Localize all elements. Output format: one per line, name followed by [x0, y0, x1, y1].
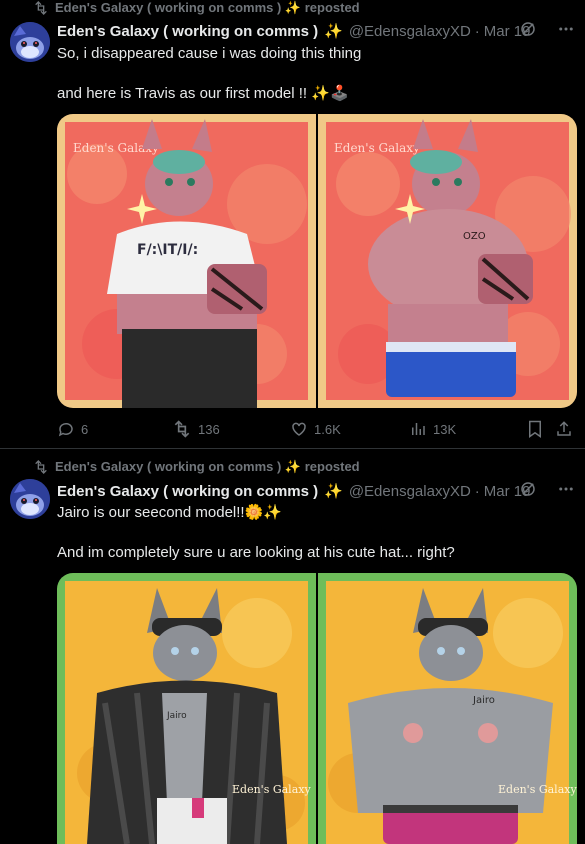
bookmark-icon	[529, 420, 541, 438]
post-text: So, i disappeared cause i was doing this…	[57, 45, 362, 102]
tattoo-text: Jairo	[472, 695, 495, 706]
post-media[interactable]: Jairo Eden's Galaxy Jairo Eden's Galaxy	[57, 573, 577, 844]
views-button[interactable]: 13K	[409, 420, 456, 438]
repost-count: 136	[198, 421, 220, 437]
shirt-tag-text: Jairo	[166, 711, 187, 721]
watermark-text: Eden's Galaxy	[232, 783, 311, 796]
reply-button[interactable]: 6	[57, 420, 88, 438]
grok-icon[interactable]	[519, 480, 537, 498]
watermark-text: Eden's Galaxy	[334, 141, 420, 155]
author-name[interactable]: Eden's Galaxy ( working on comms )	[57, 483, 318, 500]
sparkles-emoji: ✨	[324, 483, 343, 500]
reply-count: 6	[81, 421, 89, 437]
views-icon	[412, 423, 425, 435]
media-image-right[interactable]: Eden's Galaxy OZO	[318, 114, 577, 408]
repost-indicator: Eden's Galaxy ( working on comms ) ✨ rep…	[33, 0, 360, 16]
share-icon	[557, 421, 571, 436]
post-header: Eden's Galaxy ( working on comms ) ✨ @Ed…	[57, 20, 585, 42]
views-count: 13K	[433, 421, 457, 437]
share-button[interactable]	[555, 420, 573, 438]
avatar[interactable]	[10, 479, 50, 519]
repost-button[interactable]: 136	[172, 420, 220, 438]
post-2[interactable]: Eden's Galaxy ( working on comms ) ✨ rep…	[0, 449, 585, 844]
repost-label[interactable]: Eden's Galaxy ( working on comms ) ✨ rep…	[55, 0, 360, 16]
post-1[interactable]: Eden's Galaxy ( working on comms ) ✨ rep…	[0, 0, 585, 449]
shirt-print: F/:\IT/I/:	[137, 242, 198, 258]
reply-icon	[58, 422, 73, 437]
author-handle[interactable]: @EdensgalaxyXD	[349, 483, 471, 500]
author-handle[interactable]: @EdensgalaxyXD	[349, 23, 471, 40]
media-image-left[interactable]: Eden's Galaxy F/:\IT/I/:	[57, 114, 316, 408]
grok-icon[interactable]	[519, 20, 537, 38]
more-icon[interactable]	[557, 480, 575, 498]
post-media[interactable]: Eden's Galaxy F/:\IT/I/: Eden's Galaxy O…	[57, 114, 577, 408]
repost-indicator: Eden's Galaxy ( working on comms ) ✨ rep…	[33, 459, 360, 475]
media-image-right[interactable]: Jairo Eden's Galaxy	[318, 573, 577, 844]
heart-icon	[292, 422, 306, 436]
repost-label[interactable]: Eden's Galaxy ( working on comms ) ✨ rep…	[55, 459, 360, 475]
author-name[interactable]: Eden's Galaxy ( working on comms )	[57, 23, 318, 40]
sparkles-emoji: ✨	[324, 23, 343, 40]
avatar[interactable]	[10, 22, 50, 62]
repost-icon	[35, 460, 47, 474]
post-actions: 6 136 1.6K 13K	[57, 420, 575, 440]
post-text: Jairo is our seecond model!!🌼✨ And im co…	[57, 504, 455, 561]
more-icon[interactable]	[557, 20, 575, 38]
separator-dot: ·	[474, 22, 480, 40]
like-count: 1.6K	[314, 421, 341, 437]
repost-icon	[174, 420, 190, 438]
watermark-text: Eden's Galaxy	[498, 783, 577, 796]
like-button[interactable]: 1.6K	[290, 420, 341, 438]
post-header: Eden's Galaxy ( working on comms ) ✨ @Ed…	[57, 480, 585, 502]
tattoo-text: OZO	[463, 231, 486, 242]
repost-icon	[35, 1, 47, 15]
separator-dot: ·	[474, 482, 480, 500]
bookmark-button[interactable]	[527, 420, 543, 438]
media-image-left[interactable]: Jairo Eden's Galaxy	[57, 573, 316, 844]
